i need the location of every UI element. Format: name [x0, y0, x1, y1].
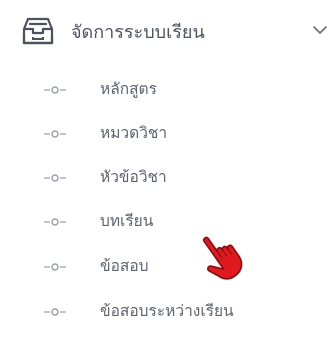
submenu-item-label: หัวข้อวิชา [100, 168, 167, 186]
submenu-item-label: ข้อสอบระหว่างเรียน [100, 302, 234, 320]
submenu-item-label: ข้อสอบ [100, 257, 149, 275]
bullet-icon [44, 263, 66, 271]
bullet-icon [44, 174, 66, 182]
submenu-item-subject-topic[interactable]: หัวข้อวิชา [0, 155, 329, 199]
chevron-down-icon [313, 26, 327, 34]
bullet-icon [44, 218, 66, 226]
bullet-icon [44, 130, 66, 138]
submenu-item-exam[interactable]: ข้อสอบ [0, 244, 329, 288]
submenu-item-curriculum[interactable]: หลักสูตร [0, 67, 329, 111]
submenu-item-label: หมวดวิชา [100, 124, 168, 142]
menu-header-label: จัดการระบบเรียน [71, 22, 205, 43]
inbox-icon [22, 17, 54, 45]
submenu-item-lesson[interactable]: บทเรียน [0, 199, 329, 243]
bullet-icon [44, 86, 66, 94]
submenu-item-subject-category[interactable]: หมวดวิชา [0, 111, 329, 155]
submenu-item-midterm-exam[interactable]: ข้อสอบระหว่างเรียน [0, 289, 329, 333]
pointer-hand-cursor-icon [202, 236, 243, 280]
bullet-icon [44, 308, 66, 316]
submenu-item-label: บทเรียน [100, 212, 154, 230]
menu-header-course-management[interactable]: จัดการระบบเรียน [0, 0, 329, 62]
submenu-item-label: หลักสูตร [100, 80, 157, 98]
